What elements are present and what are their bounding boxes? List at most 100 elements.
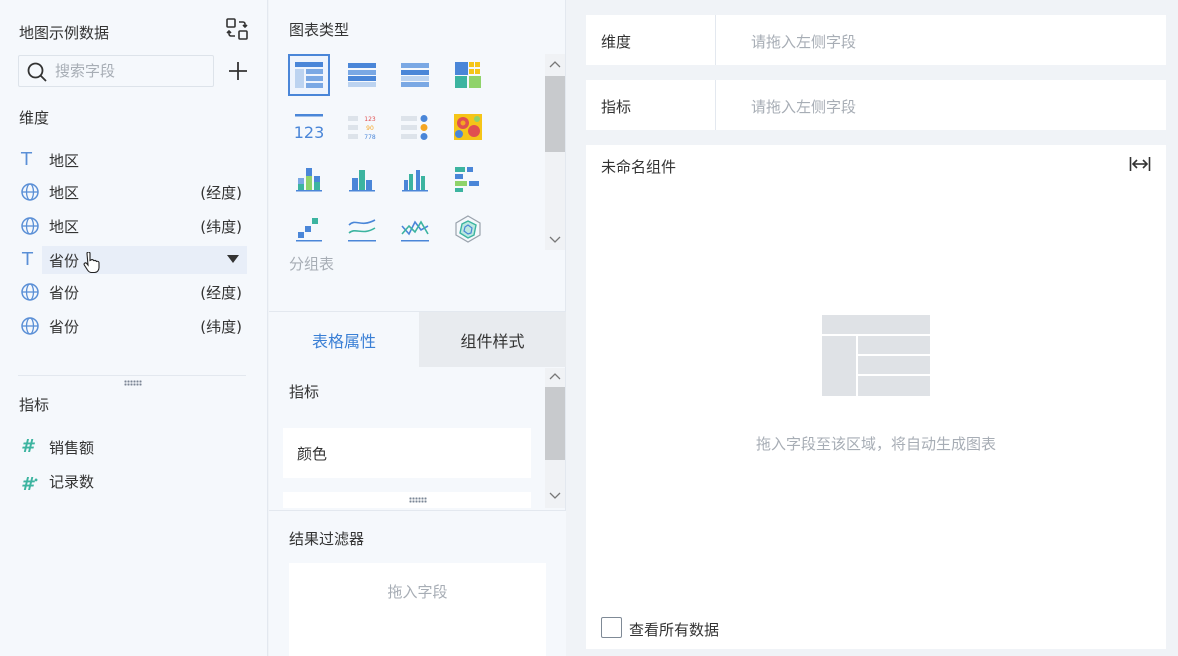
dimension-field-province-lat[interactable]: 省份 (纬度) [18, 312, 248, 340]
heatmap-icon[interactable] [447, 106, 489, 148]
grouped-table-icon[interactable] [288, 54, 330, 96]
result-filter-title: 结果过滤器 [289, 530, 365, 548]
row-separator [715, 80, 716, 130]
chart-type-caption: 分组表 [289, 255, 335, 273]
dimension-row-placeholder: 请拖入左侧字段 [751, 33, 857, 51]
column-icon[interactable] [341, 158, 383, 200]
row-separator [715, 15, 716, 65]
section-divider [18, 375, 246, 376]
chart-type-scrollbar[interactable] [545, 54, 565, 250]
field-suffix: (纬度) [200, 318, 242, 336]
dimension-field-region[interactable]: T 地区 [18, 146, 248, 174]
field-name: 省份 [49, 284, 80, 302]
widget-title[interactable]: 未命名组件 [601, 156, 676, 177]
scroll-up-icon[interactable] [549, 371, 561, 383]
dataset-title: 地图示例数据 [19, 24, 110, 42]
property-section-label: 指标 [289, 383, 320, 401]
dimension-field-province[interactable]: 省份 [42, 246, 247, 274]
config-panel: 图表类型 123 123 90 778 分组表 表格属性 组件样式 指标 颜色 … [269, 0, 566, 656]
kpi-list-icon[interactable] [394, 106, 436, 148]
globe-icon [21, 283, 39, 301]
dimension-drop-row[interactable]: 维度 请拖入左侧字段 [586, 15, 1166, 65]
search-icon [27, 62, 47, 82]
color-property-label: 颜色 [297, 445, 328, 463]
radar-icon[interactable] [447, 208, 489, 250]
metric-row-label: 指标 [601, 98, 632, 116]
globe-icon [21, 217, 39, 235]
globe-icon [21, 183, 39, 201]
dimension-field-region-lat[interactable]: 地区 (纬度) [18, 212, 248, 240]
canvas-area: 维度 请拖入左侧字段 指标 请拖入左侧字段 未命名组件 拖入字段至该区域，将自动… [567, 0, 1178, 656]
scroll-down-icon[interactable] [549, 233, 561, 245]
svg-text:90: 90 [366, 125, 374, 132]
metric-row-placeholder: 请拖入左侧字段 [751, 98, 857, 116]
dimension-field-province-lng[interactable]: 省份 (经度) [18, 278, 248, 306]
field-name: 省份 [49, 252, 80, 270]
zigzag-line-icon[interactable] [394, 208, 436, 250]
color-property-card[interactable]: 颜色 [283, 428, 531, 478]
text-type-icon: T [22, 249, 33, 270]
empty-hint: 拖入字段至该区域，将自动生成图表 [755, 435, 996, 453]
property-tabs: 表格属性 组件样式 [269, 312, 566, 367]
svg-text:778: 778 [364, 134, 376, 140]
hand-cursor-icon [83, 252, 100, 274]
view-all-data-checkbox[interactable] [601, 617, 622, 638]
resize-handle[interactable] [409, 497, 427, 503]
line-icon[interactable] [341, 208, 383, 250]
search-input[interactable] [55, 60, 205, 82]
scrollbar-thumb[interactable] [545, 76, 565, 152]
field-name: 记录数 [49, 473, 95, 491]
property-card[interactable] [283, 492, 531, 508]
field-panel: 地图示例数据 维度 T 地区 地区 (经度) [0, 0, 268, 656]
field-name: 省份 [49, 318, 80, 336]
dimension-field-region-lng[interactable]: 地区 (经度) [18, 178, 248, 206]
empty-table-illustration [822, 315, 930, 396]
switch-dataset-icon[interactable] [226, 18, 248, 40]
tab-widget-style[interactable]: 组件样式 [419, 312, 566, 367]
record-count-icon: #• [21, 474, 39, 495]
cross-table-icon[interactable] [394, 54, 436, 96]
svg-text:123: 123 [364, 116, 376, 123]
scroll-down-icon[interactable] [549, 489, 561, 501]
field-name: 地区 [49, 152, 80, 170]
field-name: 地区 [49, 184, 80, 202]
multi-column-icon[interactable] [394, 158, 436, 200]
search-field[interactable] [18, 55, 214, 87]
field-suffix: (纬度) [200, 218, 242, 236]
field-suffix: (经度) [200, 184, 242, 202]
dimension-row-label: 维度 [601, 33, 632, 51]
resize-handle[interactable] [124, 380, 142, 386]
svg-text:123: 123 [295, 123, 323, 140]
add-icon[interactable] [227, 60, 249, 82]
stacked-column-icon[interactable] [288, 158, 330, 200]
horizontal-bar-icon[interactable] [447, 158, 489, 200]
metric-section-label: 指标 [19, 396, 50, 414]
field-suffix: (经度) [200, 284, 242, 302]
metric-drop-row[interactable]: 指标 请拖入左侧字段 [586, 80, 1166, 130]
text-type-icon: T [21, 149, 32, 170]
result-filter-section: 结果过滤器 拖入字段 [269, 510, 566, 656]
field-name: 销售额 [49, 439, 95, 457]
expand-width-icon[interactable] [1129, 156, 1151, 172]
view-all-data-label[interactable]: 查看所有数据 [629, 619, 719, 640]
chart-type-heading: 图表类型 [289, 21, 350, 39]
widget-preview: 未命名组件 拖入字段至该区域，将自动生成图表 查看所有数据 [586, 145, 1166, 649]
scroll-up-icon[interactable] [549, 59, 561, 71]
color-block-icon[interactable] [447, 54, 489, 96]
filter-drop-zone[interactable]: 拖入字段 [289, 563, 546, 656]
dimension-section-label: 维度 [19, 109, 50, 127]
field-name: 地区 [49, 218, 80, 236]
metric-field-record-count[interactable]: #• 记录数 [18, 467, 248, 495]
scatter-icon[interactable] [288, 208, 330, 250]
kpi-number-icon[interactable]: 123 [288, 106, 330, 148]
scrollbar-thumb[interactable] [545, 387, 565, 460]
detail-table-icon[interactable] [341, 54, 383, 96]
dropdown-caret-icon[interactable] [227, 255, 239, 263]
property-scrollbar[interactable] [545, 368, 565, 508]
number-type-icon: # [21, 436, 34, 457]
tab-table-properties[interactable]: 表格属性 [269, 312, 419, 367]
filter-drop-placeholder: 拖入字段 [387, 583, 448, 601]
metric-field-sales[interactable]: # 销售额 [18, 433, 248, 461]
kpi-card-icon[interactable]: 123 90 778 [341, 106, 383, 148]
globe-icon [21, 317, 39, 335]
